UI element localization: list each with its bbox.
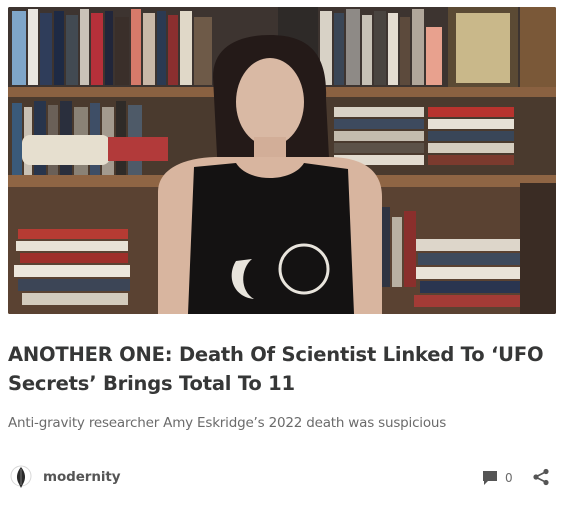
comments-button[interactable]: 0 <box>481 468 513 488</box>
post-thumbnail-image[interactable] <box>8 7 556 314</box>
feather-logo-icon[interactable] <box>10 465 32 489</box>
comment-count: 0 <box>505 471 513 485</box>
post-preview-card[interactable]: ANOTHER ONE: Death Of Scientist Linked T… <box>0 0 562 506</box>
share-icon[interactable] <box>532 468 550 486</box>
publication-name[interactable]: modernity <box>43 467 121 487</box>
comment-bubble-icon <box>481 469 499 487</box>
post-title[interactable]: ANOTHER ONE: Death Of Scientist Linked T… <box>8 340 553 398</box>
post-footer: modernity 0 <box>8 462 554 492</box>
post-subtitle: Anti-gravity researcher Amy Eskridge’s 2… <box>8 415 447 431</box>
